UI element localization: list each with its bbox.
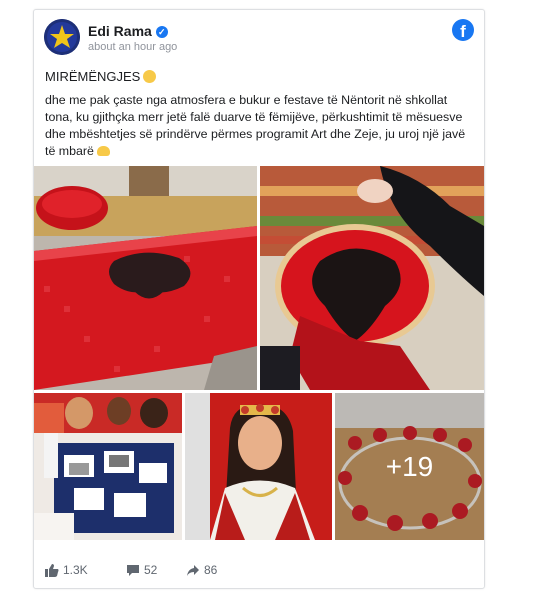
photo-mosaic-flag[interactable]: [34, 166, 257, 390]
comments-stat[interactable]: 52: [126, 563, 157, 577]
star-icon: [44, 19, 80, 55]
shares-stat[interactable]: 86: [186, 563, 217, 577]
avatar[interactable]: [44, 19, 80, 55]
likes-count: 1.3K: [63, 563, 88, 577]
photo-dance-circle[interactable]: +19: [335, 393, 484, 540]
facebook-icon[interactable]: f: [452, 19, 474, 41]
photo-classroom[interactable]: [34, 393, 182, 540]
greeting-text: MIRËMËNGJES: [45, 69, 141, 84]
post-card: Edi Rama ✓ about an hour ago f MIRËMËNGJE…: [33, 9, 485, 589]
embroidery-image: [260, 166, 484, 390]
author-name[interactable]: Edi Rama ✓: [88, 23, 168, 39]
author-name-text[interactable]: Edi Rama: [88, 23, 152, 39]
photo-embroidery[interactable]: [260, 166, 484, 390]
photo-painting[interactable]: [185, 393, 332, 540]
greeting-line: MIRËMËNGJES: [45, 69, 157, 84]
likes-stat[interactable]: 1.3K: [45, 563, 88, 577]
smile-emoji-icon: [143, 70, 157, 83]
more-photos-overlay[interactable]: +19: [335, 393, 484, 540]
share-arrow-icon: [187, 564, 199, 576]
post-footer: 1.3K 52 86: [34, 548, 484, 588]
comment-icon: [127, 564, 139, 576]
post-body: dhe me pak çaste nga atmosfera e bukur e…: [45, 92, 477, 160]
verified-icon: ✓: [155, 26, 168, 38]
classroom-image: [34, 393, 182, 540]
painting-image: [185, 393, 332, 540]
comments-count: 52: [144, 563, 158, 577]
post-time[interactable]: about an hour ago: [88, 41, 177, 53]
thumbs-up-icon: [45, 563, 59, 577]
shares-count: 86: [204, 563, 218, 577]
mosaic-flag-image: [34, 166, 257, 390]
hug-emoji-icon: [96, 146, 110, 156]
